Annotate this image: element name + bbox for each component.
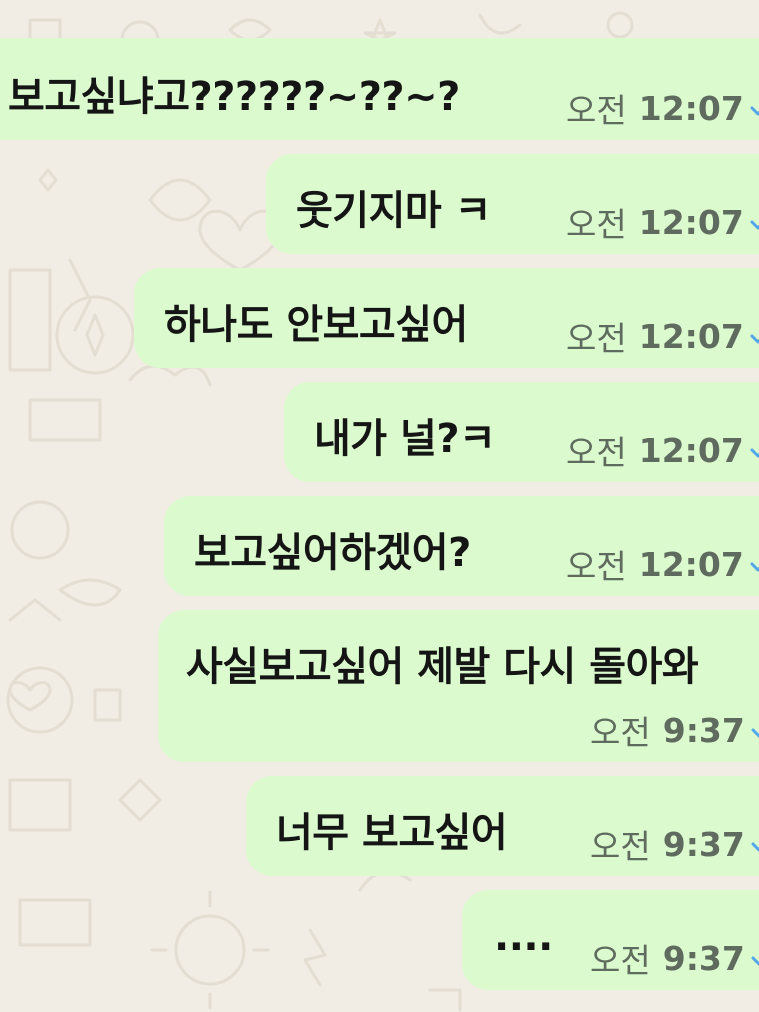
message-time: 9:37 — [662, 938, 745, 978]
double-check-icon — [750, 562, 759, 572]
message-ampm: 오전 — [566, 91, 627, 130]
double-check-icon — [750, 448, 759, 458]
message-time: 9:37 — [662, 824, 745, 864]
message-time: 9:37 — [662, 710, 745, 750]
message-time: 12:07 — [638, 88, 744, 128]
double-check-icon — [751, 956, 759, 966]
message-time: 12:07 — [638, 430, 744, 470]
double-check-icon — [750, 334, 759, 344]
double-check-icon — [750, 106, 759, 116]
double-check-icon — [750, 220, 759, 230]
message-meta: 오전 9:37 — [590, 706, 759, 754]
message-meta: 오전 9:37 — [590, 934, 759, 982]
message-time: 12:07 — [638, 202, 744, 242]
message-time: 12:07 — [638, 316, 744, 356]
message-ampm: 오전 — [566, 205, 627, 244]
message-meta: 오전 12:07 — [566, 540, 759, 588]
message-text: 너무 보고싶어 — [276, 810, 508, 856]
message-ampm: 오전 — [590, 941, 651, 980]
message-meta: 오전 12:07 — [566, 312, 759, 360]
message-time: 12:07 — [638, 544, 744, 584]
message-meta: 오전 12:07 — [566, 426, 759, 474]
message-ampm: 오전 — [566, 319, 627, 358]
message-ampm: 오전 — [590, 827, 651, 866]
message-text: 보고싶어하겠어? — [194, 530, 471, 576]
message-text: 웃기지마 ㅋ — [296, 188, 491, 234]
double-check-icon — [751, 842, 759, 852]
message-meta: 오전 12:07 — [566, 84, 759, 132]
double-check-icon — [751, 728, 759, 738]
message-text: .... — [494, 914, 553, 960]
message-text: 보고싶냐고??????~??~? — [8, 74, 460, 120]
message-ampm: 오전 — [566, 433, 627, 472]
message-text: 내가 널?ㅋ — [314, 416, 496, 462]
message-text: 사실보고싶어 제발 다시 돌아와 — [186, 644, 699, 690]
message-ampm: 오전 — [566, 547, 627, 586]
message-text: 하나도 안보고싶어 — [164, 302, 468, 348]
message-meta: 오전 9:37 — [590, 820, 759, 868]
message-meta: 오전 12:07 — [566, 198, 759, 246]
message-ampm: 오전 — [590, 713, 651, 752]
